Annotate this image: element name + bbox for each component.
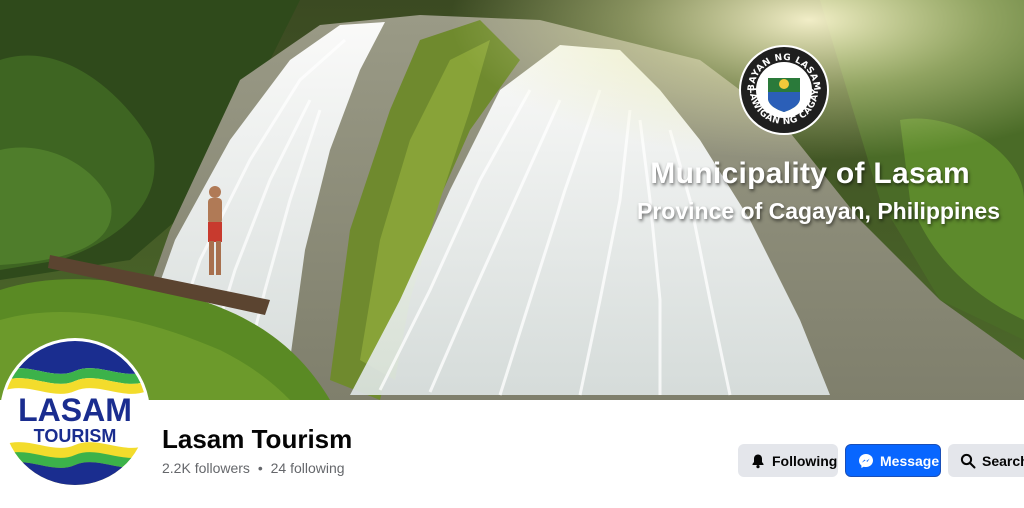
search-button-label: Search: [982, 452, 1024, 469]
followers-count[interactable]: 2.2K followers: [162, 460, 250, 476]
avatar-line1: LASAM: [18, 392, 132, 428]
avatar-line2: TOURISM: [34, 426, 117, 446]
message-button[interactable]: Message: [845, 444, 941, 477]
search-icon: [960, 453, 976, 469]
following-count[interactable]: 24 following: [271, 460, 345, 476]
cover-subtitle: Province of Cagayan, Philippines: [637, 198, 1000, 224]
cover-title: Municipality of Lasam: [650, 157, 970, 190]
lasam-tourism-logo: LASAM TOURISM: [3, 341, 147, 485]
municipal-seal: BAYAN NG LASAM LALAWIGAN NG CAGAYAN: [738, 44, 830, 136]
search-button[interactable]: Search: [948, 444, 1024, 477]
following-button[interactable]: Following: [738, 444, 838, 477]
bell-icon: [750, 453, 766, 469]
avatar: LASAM TOURISM: [3, 341, 147, 485]
following-button-label: Following: [772, 452, 838, 469]
profile-picture[interactable]: LASAM TOURISM: [0, 338, 150, 488]
stats-separator: •: [257, 460, 263, 476]
message-button-label: Message: [880, 452, 940, 469]
messenger-icon: [858, 453, 874, 469]
cover-photo[interactable]: BAYAN NG LASAM LALAWIGAN NG CAGAYAN Muni…: [0, 0, 1024, 400]
page-stats: 2.2K followers • 24 following: [162, 460, 345, 476]
page-name[interactable]: Lasam Tourism: [162, 424, 352, 455]
